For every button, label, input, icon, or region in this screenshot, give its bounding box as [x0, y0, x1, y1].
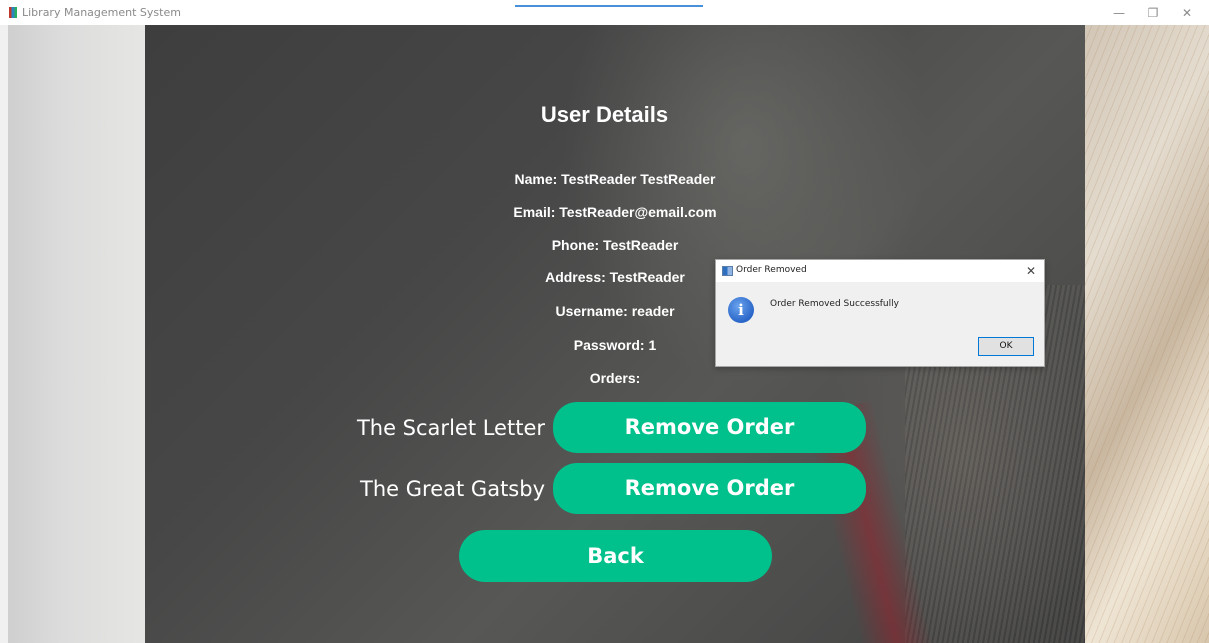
info-icon: i — [728, 297, 754, 323]
user-email-text: Email: TestReader@email.com — [513, 204, 717, 220]
remove-order-button[interactable]: Remove Order — [553, 402, 866, 453]
window-title: Library Management System — [22, 6, 181, 19]
order-removed-dialog: Order Removed ✕ i Order Removed Successf… — [715, 259, 1045, 367]
user-phone-text: Phone: TestReader — [551, 237, 679, 253]
user-name-text: Name: TestReader TestReader — [514, 171, 716, 187]
dialog-close-button[interactable]: ✕ — [1022, 262, 1040, 280]
window-icon — [722, 266, 733, 276]
window-titlebar: Library Management System — ❐ ✕ — [0, 0, 1209, 25]
dialog-titlebar[interactable]: Order Removed ✕ — [716, 260, 1044, 282]
order-book-title: The Scarlet Letter — [356, 416, 545, 440]
dialog-body: i Order Removed Successfully OK — [716, 282, 1044, 366]
page-title: User Details — [540, 102, 669, 127]
back-button[interactable]: Back — [459, 530, 772, 582]
orders-label: Orders: — [589, 370, 641, 386]
close-window-button[interactable]: ✕ — [1172, 4, 1202, 22]
minimize-button[interactable]: — — [1104, 4, 1134, 22]
focus-indicator — [515, 5, 703, 7]
dialog-message: Order Removed Successfully — [770, 299, 899, 309]
remove-order-button[interactable]: Remove Order — [553, 463, 866, 514]
maximize-button[interactable]: ❐ — [1138, 4, 1168, 22]
app-icon — [9, 7, 17, 18]
dialog-title: Order Removed — [736, 265, 807, 275]
ok-button[interactable]: OK — [978, 337, 1034, 356]
order-book-title: The Great Gatsby — [360, 477, 545, 501]
